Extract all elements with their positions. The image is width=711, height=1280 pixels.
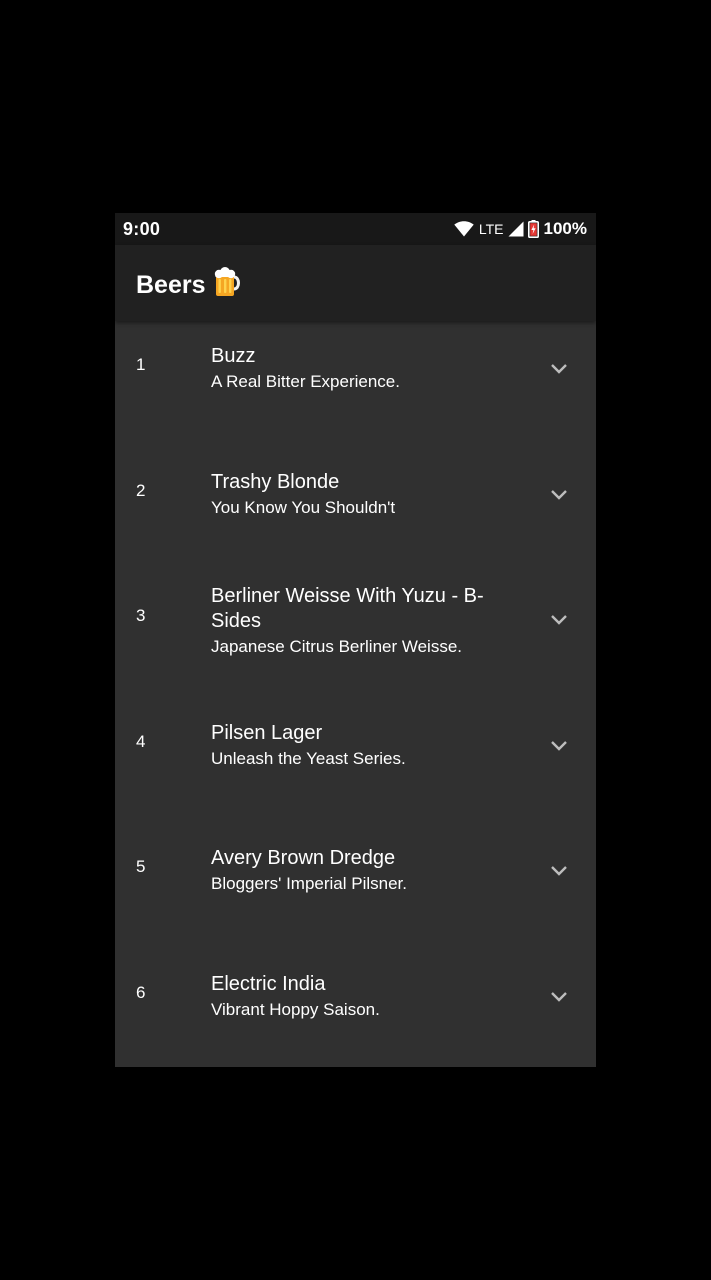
list-item[interactable]: 3 Berliner Weisse With Yuzu - B-Sides Ja… — [115, 572, 596, 698]
item-number: 2 — [136, 480, 146, 500]
status-icons: LTE 100% — [454, 219, 587, 239]
chevron-down-icon[interactable] — [549, 362, 569, 376]
item-text: Electric India Vibrant Hoppy Saison. — [211, 972, 511, 1022]
item-text: Buzz A Real Bitter Experience. — [211, 344, 511, 394]
signal-icon — [508, 221, 524, 237]
item-number: 5 — [136, 857, 146, 876]
item-title: Buzz — [211, 345, 256, 367]
battery-percent: 100% — [543, 219, 587, 238]
item-subtitle: A Real Bitter Experience. — [211, 372, 400, 391]
status-time: 9:00 — [123, 219, 161, 239]
item-title: Electric India — [211, 972, 326, 995]
item-number: 4 — [136, 731, 146, 751]
item-subtitle: Unleash the Yeast Series. — [211, 748, 406, 768]
network-type: LTE — [478, 221, 504, 237]
item-text: Avery Brown Dredge Bloggers' Imperial Pi… — [211, 846, 511, 896]
status-bar: 9:00 LTE 100% — [115, 213, 596, 245]
beer-list: 1 Buzz A Real Bitter Experience. 2 Trash… — [115, 321, 596, 1067]
item-text: Trashy Blonde You Know You Shouldn't — [211, 470, 511, 520]
beer-mug-icon — [214, 267, 242, 304]
battery-charging-icon — [527, 220, 539, 238]
item-text: Pilsen Lager Unleash the Yeast Series. — [211, 721, 511, 771]
list-item[interactable]: 5 Avery Brown Dredge Bloggers' Imperial … — [115, 823, 596, 949]
list-item[interactable]: 6 Electric India Vibrant Hoppy Saison. — [115, 949, 596, 1068]
item-number: 1 — [136, 355, 146, 374]
wifi-icon — [454, 221, 474, 237]
item-subtitle: Japanese Citrus Berliner Weisse. — [211, 637, 463, 656]
page-title: Beers — [136, 271, 206, 299]
item-text: Berliner Weisse With Yuzu - B-Sides Japa… — [211, 584, 511, 659]
chevron-down-icon[interactable] — [549, 739, 569, 753]
item-subtitle: Vibrant Hoppy Saison. — [211, 999, 380, 1019]
chevron-down-icon[interactable] — [549, 864, 569, 878]
item-title: Avery Brown Dredge — [211, 847, 396, 869]
list-item[interactable]: 4 Pilsen Lager Unleash the Yeast Series. — [115, 698, 596, 824]
item-title: Berliner Weisse With Yuzu - B-Sides — [211, 585, 484, 632]
item-title: Pilsen Lager — [211, 721, 323, 744]
item-subtitle: You Know You Shouldn't — [211, 497, 396, 517]
list-item[interactable]: 1 Buzz A Real Bitter Experience. — [115, 321, 596, 447]
chevron-down-icon[interactable] — [549, 488, 569, 502]
chevron-down-icon[interactable] — [549, 990, 569, 1004]
page-title-group: Beers — [136, 267, 242, 304]
item-number: 6 — [136, 982, 146, 1002]
chevron-down-icon[interactable] — [549, 613, 569, 627]
list-item[interactable]: 2 Trashy Blonde You Know You Shouldn't — [115, 447, 596, 573]
app-bar: Beers — [115, 245, 596, 321]
item-title: Trashy Blonde — [211, 470, 340, 493]
item-subtitle: Bloggers' Imperial Pilsner. — [211, 874, 407, 893]
item-number: 3 — [136, 606, 146, 625]
app-screen: 9:00 LTE 100% Beers 1 Buzz A Real Bitter… — [115, 213, 596, 1067]
